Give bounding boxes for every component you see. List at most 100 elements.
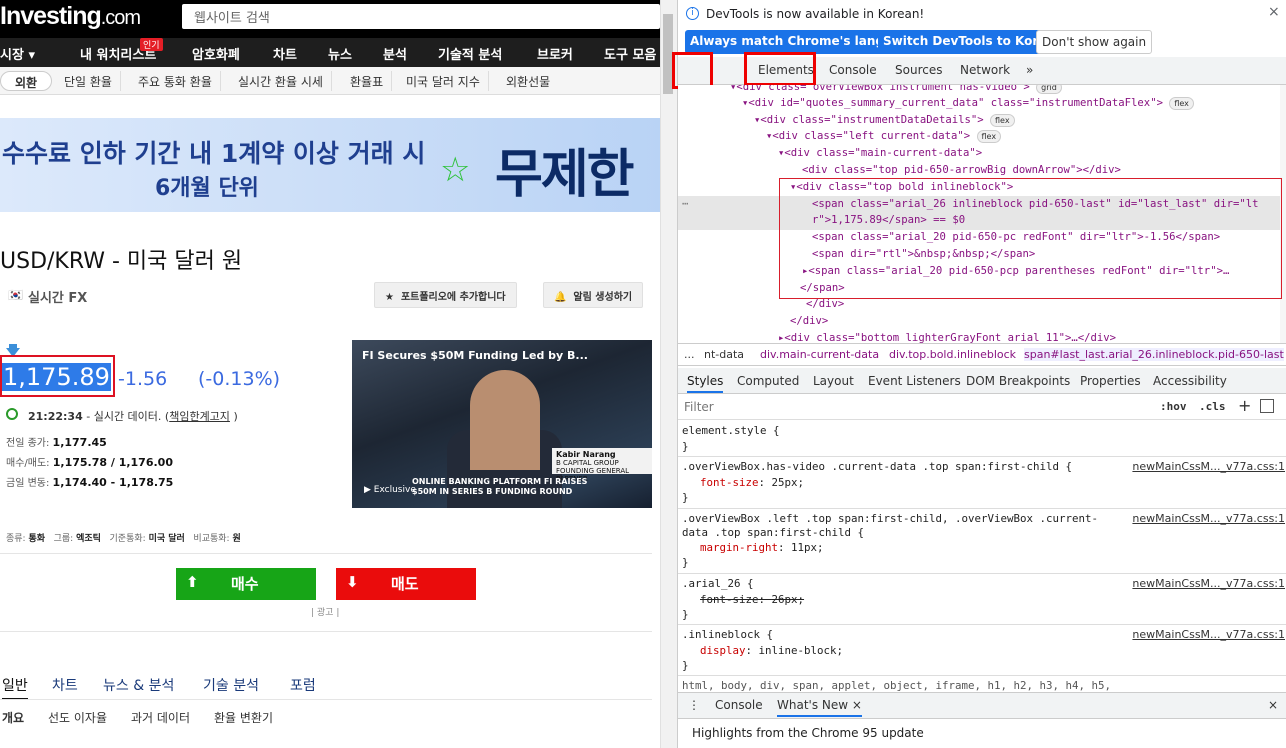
tab-properties[interactable]: Properties <box>1080 374 1141 388</box>
hov-toggle[interactable]: :hov <box>1160 400 1187 413</box>
nav-tools[interactable]: 도구 모음 <box>604 44 656 63</box>
rule-selector[interactable]: html, body, div, span, applet, object, i… <box>682 679 1111 693</box>
rule-selector[interactable]: .overViewBox.has-video .current-data .to… <box>682 460 1072 474</box>
close-icon[interactable]: × <box>852 698 862 712</box>
tab-sources[interactable]: Sources <box>895 63 942 77</box>
drawer-menu-icon[interactable]: ⋮ <box>688 698 700 712</box>
portfolio-label: 포트폴리오에 추가합니다 <box>400 292 506 303</box>
crumb[interactable]: nt-data <box>704 348 744 361</box>
subnav-futures[interactable]: 외환선물 <box>498 71 558 91</box>
rule-source-link[interactable]: newMainCssM..._v77a.css:1 <box>1132 577 1285 590</box>
nav-charts[interactable]: 차트 <box>273 44 297 63</box>
tab-chart[interactable]: 차트 <box>52 675 78 695</box>
dom-node[interactable]: ▸<div class="bottom lighterGrayFont aria… <box>778 330 1116 343</box>
rule-selector-cont[interactable]: data .top span:first-child { <box>682 526 864 540</box>
subnav-table[interactable]: 환율표 <box>342 71 393 91</box>
tab-event-listeners[interactable]: Event Listeners <box>868 374 961 388</box>
subnav-major[interactable]: 주요 통화 환율 <box>130 71 221 91</box>
tab-network[interactable]: Network <box>960 63 1010 77</box>
tab-computed[interactable]: Computed <box>737 374 799 388</box>
node-badge[interactable]: flex <box>1169 96 1194 110</box>
nav-brokers[interactable]: 브로커 <box>537 44 573 63</box>
node-text: </div> <box>790 315 829 327</box>
subtab-overview[interactable]: 개요 <box>2 709 24 726</box>
cls-toggle[interactable]: .cls <box>1199 400 1226 413</box>
tab-layout[interactable]: Layout <box>813 374 854 388</box>
node-badge[interactable]: grid <box>1036 85 1062 94</box>
dom-node[interactable]: ▾<div class="main-current-data"> <box>778 145 982 162</box>
rule-prop[interactable]: display: inline-block; <box>700 644 843 658</box>
rule-selector[interactable]: element.style { <box>682 424 780 438</box>
sell-button[interactable]: ⬇ 매도 <box>336 568 476 600</box>
subnav-fx[interactable]: 외환 <box>0 71 53 91</box>
close-icon[interactable]: × <box>1268 4 1280 20</box>
nav-technical[interactable]: 기술적 분석 <box>438 44 502 63</box>
buy-label: 매수 <box>231 575 259 593</box>
rule-prop-overridden[interactable]: font-size: 26px; <box>700 593 804 607</box>
node-badge[interactable]: flex <box>976 129 1002 143</box>
rule-prop[interactable]: margin-right: 11px; <box>700 541 824 555</box>
rule-source-link[interactable]: newMainCssM..._v77a.css:1 <box>1132 512 1285 525</box>
add-rule-icon[interactable]: + <box>1238 396 1251 415</box>
sidebar-toggle-icon[interactable] <box>1260 399 1274 413</box>
rule-source-link[interactable]: newMainCssM..._v77a.css:1 <box>1132 628 1285 641</box>
rule-selector[interactable]: .inlineblock { <box>682 628 773 642</box>
subnav-realtime[interactable]: 실시간 환율 시세 <box>230 71 332 91</box>
crumb[interactable]: div.main-current-data <box>760 348 879 361</box>
close-drawer-icon[interactable]: × <box>1268 698 1278 712</box>
subtab-converter[interactable]: 환율 변환기 <box>214 709 273 726</box>
nav-news[interactable]: 뉴스 <box>328 44 352 63</box>
tab-console[interactable]: Console <box>829 63 877 77</box>
crumb-selected[interactable]: span#last_last.arial_26.inlineblock.pid-… <box>1024 348 1284 361</box>
rule-source-link[interactable]: newMainCssM..._v77a.css:1 <box>1132 460 1285 473</box>
price-change-pct: (-0.13%) <box>198 368 281 390</box>
video-name: Kabir Narang <box>556 450 616 459</box>
buy-button[interactable]: ⬆ 매수 <box>176 568 316 600</box>
add-portfolio-button[interactable]: ★ 포트폴리오에 추가합니다 <box>374 282 517 308</box>
last-price[interactable]: 1,175.89 <box>2 363 111 391</box>
ad-banner[interactable]: 수수료 인하 기간 내 1계약 이상 거래 시 6개월 단위 ☆ 무제한 <box>0 118 660 212</box>
tab-styles[interactable]: Styles <box>687 374 724 393</box>
tab-forum[interactable]: 포럼 <box>290 675 316 695</box>
dom-node[interactable]: ▾<div class="instrumentDataDetails"> fle… <box>754 112 1015 129</box>
filter-input[interactable]: Filter <box>682 398 1152 417</box>
rule-selector[interactable]: .overViewBox .left .top span:first-child… <box>682 512 1098 526</box>
nav-analysis[interactable]: 분석 <box>383 44 407 63</box>
search-input[interactable]: 웹사이트 검색 <box>182 4 660 29</box>
devtools-panel: i DevTools is now available in Korean! ×… <box>672 0 1286 748</box>
disclaimer-link[interactable]: 책임한계고지 <box>169 410 230 423</box>
video-player[interactable]: FI Secures $50M Funding Led by B... Kabi… <box>352 340 652 508</box>
subtab-history[interactable]: 과거 데이터 <box>131 709 190 726</box>
language-infobar: i DevTools is now available in Korean! ×… <box>678 0 1286 56</box>
drawer-tab-console[interactable]: Console <box>715 698 763 712</box>
tab-dom-breakpoints[interactable]: DOM Breakpoints <box>966 374 1070 388</box>
more-tabs[interactable]: » <box>1026 63 1033 77</box>
crumb[interactable]: div.top.bold.inlineblock <box>889 348 1016 361</box>
nav-crypto[interactable]: 암호화폐 <box>192 44 240 63</box>
subnav-single[interactable]: 단일 환율 <box>56 71 121 91</box>
dom-node[interactable]: </div> <box>790 313 828 330</box>
rule-selector[interactable]: .arial_26 { <box>682 577 754 591</box>
crumb-more[interactable]: ... <box>684 348 695 361</box>
subtab-forward[interactable]: 선도 이자율 <box>48 709 107 726</box>
tab-technical[interactable]: 기술 분석 <box>203 675 259 695</box>
tab-news[interactable]: 뉴스 & 분석 <box>103 675 174 695</box>
tab-accessibility[interactable]: Accessibility <box>1153 374 1227 388</box>
tab-general[interactable]: 일반 <box>2 675 28 700</box>
ellipsis-icon[interactable]: ⋯ <box>682 196 688 213</box>
dom-node[interactable]: <div class="top pid-650-arrowBig downArr… <box>802 162 1121 179</box>
divider <box>0 699 652 700</box>
site-logo[interactable]: Investing.com <box>0 2 141 31</box>
dom-node[interactable]: ▾<div id="quotes_summary_current_data" c… <box>742 95 1194 112</box>
subnav-usd-index[interactable]: 미국 달러 지수 <box>398 71 489 91</box>
rule-prop[interactable]: font-size: 25px; <box>700 476 804 490</box>
nav-markets[interactable]: 시장 ▾ <box>0 44 35 63</box>
arrow-down-icon: ⬇ <box>346 573 359 591</box>
dom-node[interactable]: ▾<div class="left current-data"> flex <box>766 128 1002 145</box>
drawer-tab-whats-new[interactable]: What's New × <box>777 698 862 717</box>
page-scrollbar[interactable] <box>660 0 677 748</box>
create-alert-button[interactable]: 🔔 알림 생성하기 <box>543 282 644 308</box>
divider <box>678 675 1286 676</box>
node-badge[interactable]: flex <box>990 113 1015 127</box>
dont-show-button[interactable]: Don't show again <box>1036 30 1153 54</box>
